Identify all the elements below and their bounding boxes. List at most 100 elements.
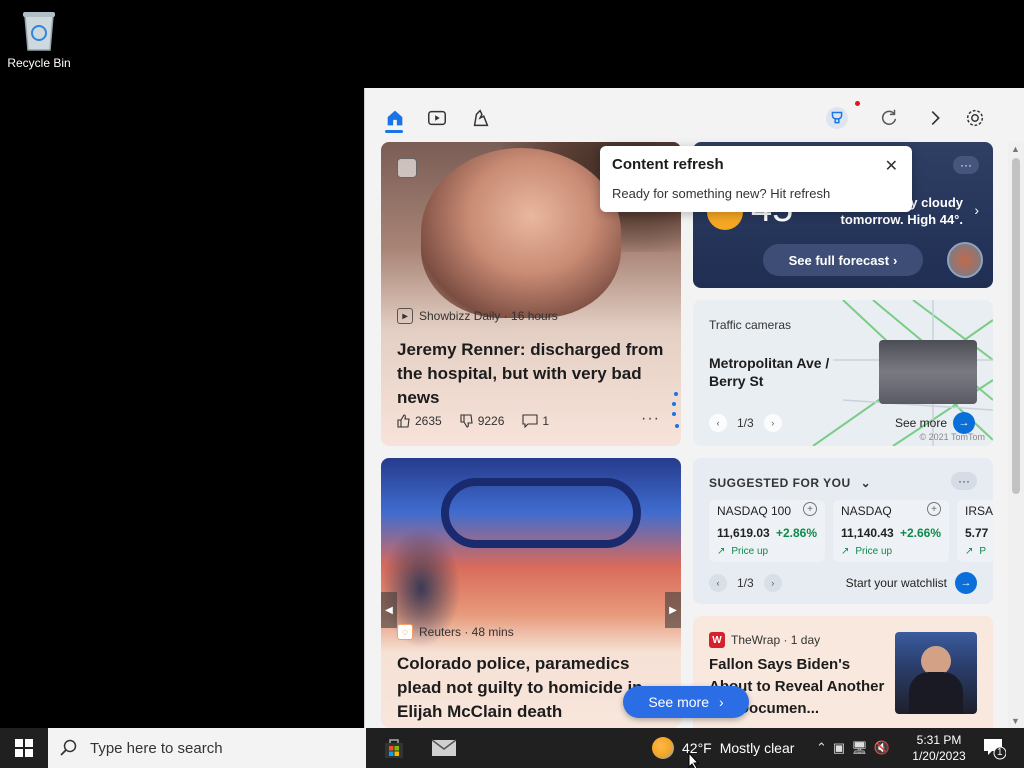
microsoft-store-icon[interactable] (374, 732, 414, 764)
stock-value: 11,619.03 (717, 526, 770, 540)
stock-tile[interactable]: NASDAQ + 11,140.43 +2.66% ↗ Price up (833, 500, 949, 562)
mail-icon[interactable] (424, 732, 464, 764)
windows-logo-icon (15, 739, 33, 757)
chevron-left-icon[interactable]: ‹ (709, 574, 727, 592)
traffic-see-more-button[interactable]: See more → (895, 412, 976, 434)
location-line-2: Berry St (709, 373, 764, 389)
rewards-icon[interactable] (825, 106, 849, 130)
stock-trend: ↗ Price up (717, 546, 768, 557)
start-watchlist-button[interactable]: Start your watchlist → (846, 572, 977, 594)
add-icon[interactable]: + (803, 502, 817, 516)
news-image-face (421, 148, 621, 318)
meet-now-icon[interactable]: ▣ (833, 740, 845, 756)
clock-time: 5:31 PM (916, 733, 962, 747)
arrow-right-icon: → (953, 412, 976, 434)
close-icon[interactable]: ✕ (885, 156, 898, 176)
refresh-icon[interactable] (877, 106, 901, 130)
scroll-thumb[interactable] (1012, 158, 1020, 494)
news-source: ▸ Showbizz Daily · 16 hours (397, 308, 558, 324)
loading-indicator (671, 388, 681, 434)
news-image (441, 478, 641, 548)
settings-icon[interactable] (963, 106, 987, 130)
taskbar-clock[interactable]: 5:31 PM 1/20/2023 (908, 732, 970, 764)
chevron-right-icon[interactable]: › (974, 202, 979, 218)
see-full-forecast-button[interactable]: See full forecast › (763, 244, 923, 276)
forecast-button-label: See full forecast (788, 252, 890, 268)
video-icon[interactable] (425, 106, 449, 130)
stocks-more-button[interactable]: ··· (951, 472, 977, 490)
traffic-cameras-card[interactable]: Traffic cameras Metropolitan Ave / Berry… (693, 300, 993, 446)
recycle-bin-graphic (19, 8, 59, 52)
see-more-label: See more (895, 416, 948, 430)
traffic-camera-image[interactable] (879, 340, 977, 404)
more-options-button[interactable]: ··· (641, 410, 660, 428)
scrollbar[interactable]: ▲ ▼ (1008, 142, 1024, 728)
comment-icon (522, 414, 538, 428)
dislike-count: 9226 (477, 414, 505, 428)
thumbs-up-icon (397, 414, 410, 428)
stock-tile[interactable]: IRSA 5.77 ↗ P (957, 500, 993, 562)
network-icon[interactable]: 🖥 (851, 740, 868, 756)
location-line-1: Metropolitan Ave / (709, 355, 830, 371)
stock-name: NASDAQ 100 (717, 504, 792, 518)
stocks-title-label: SUGGESTED FOR YOU (709, 476, 851, 490)
stocks-title[interactable]: SUGGESTED FOR YOU ⌄ (709, 476, 871, 490)
home-icon[interactable] (383, 106, 407, 130)
widgets-toolbar (365, 88, 1024, 142)
next-icon[interactable] (923, 106, 947, 130)
stock-tile[interactable]: NASDAQ 100 + 11,619.03 +2.86% ↗ Price up (709, 500, 825, 562)
arrow-right-icon: → (955, 572, 977, 594)
chevron-left-icon[interactable]: ‹ (709, 414, 727, 432)
taskbar-weather-condition: Mostly clear (719, 740, 795, 756)
recycle-bin-icon[interactable]: Recycle Bin (4, 8, 74, 70)
chevron-up-icon[interactable]: ⌃ (816, 740, 827, 756)
news-source: W TheWrap · 1 day (709, 632, 820, 648)
comment-button[interactable]: 1 (522, 414, 549, 428)
recycle-bin-label: Recycle Bin (7, 56, 71, 70)
thewrap-logo-icon: W (709, 632, 725, 648)
stocks-card[interactable]: SUGGESTED FOR YOU ⌄ ··· NASDAQ 100 + 11,… (693, 458, 993, 604)
chevron-right-icon[interactable]: › (763, 414, 782, 432)
trend-label: Price up (731, 546, 769, 557)
headline[interactable]: Jeremy Renner: discharged from the hospi… (397, 338, 673, 410)
notification-count: 1 (997, 747, 1003, 758)
rewards-notification-dot (855, 101, 860, 106)
chevron-right-icon[interactable]: › (763, 574, 782, 592)
see-more-button[interactable]: See more › (623, 686, 749, 718)
active-tab-indicator (385, 130, 403, 133)
scroll-up-icon[interactable]: ▲ (1011, 144, 1020, 154)
weather-more-button[interactable]: ··· (953, 156, 979, 174)
reuters-logo-icon: ◌ (397, 624, 413, 640)
reactions-bar: 2635 9226 1 (397, 414, 549, 428)
carousel-next-button[interactable]: ▶ (665, 592, 681, 628)
start-button[interactable] (0, 728, 48, 768)
news-source: ◌ Reuters · 48 mins (397, 624, 514, 640)
carousel-prev-button[interactable]: ◀ (381, 592, 397, 628)
thumbs-down-icon (460, 414, 473, 428)
like-button[interactable]: 2635 (397, 414, 442, 428)
content-refresh-tooltip: Content refresh Ready for something new?… (600, 146, 912, 212)
volume-muted-icon[interactable]: 🔇 (874, 740, 890, 756)
map-copyright: © 2021 TomTom (919, 432, 986, 442)
showbizz-logo-icon: ▸ (397, 308, 413, 324)
dislike-button[interactable]: 9226 (460, 414, 505, 428)
stock-name: NASDAQ (841, 504, 892, 518)
clock-date: 1/20/2023 (912, 749, 966, 763)
comment-count: 1 (542, 414, 550, 428)
source-label: Showbizz Daily · 16 hours (419, 309, 558, 323)
stock-value: 11,140.43 (841, 526, 894, 540)
like-count: 2635 (415, 414, 442, 428)
weather-map-thumbnail[interactable] (947, 242, 983, 278)
pager-label: 1/3 (737, 416, 754, 430)
scroll-down-icon[interactable]: ▼ (1011, 716, 1020, 726)
stock-trend: ↗ Price up (841, 546, 892, 557)
notification-center-icon[interactable]: 1 (982, 736, 1007, 760)
source-label: TheWrap · 1 day (731, 633, 821, 647)
game-icon[interactable] (469, 106, 493, 130)
stock-change: +2.86% (775, 526, 817, 540)
add-icon[interactable]: + (927, 502, 941, 516)
taskbar-search-box[interactable]: Type here to search (48, 728, 366, 768)
trend-up-icon: ↗ (841, 546, 850, 557)
taskbar-weather[interactable]: 42°F Mostly clear (652, 728, 794, 768)
image-gallery-icon (397, 158, 417, 178)
